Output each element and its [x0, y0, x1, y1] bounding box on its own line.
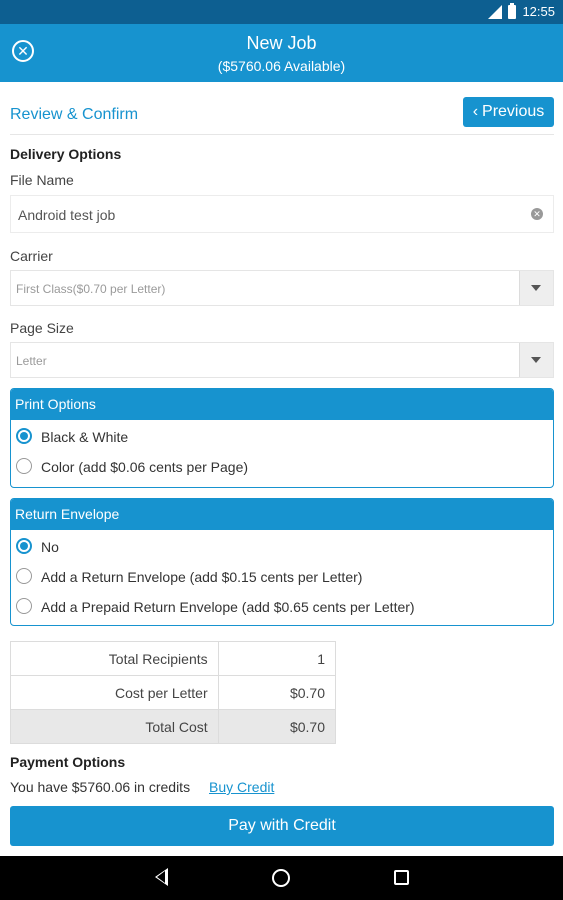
- navigation-bar: [0, 856, 563, 900]
- summary-label: Total Recipients: [10, 641, 219, 676]
- radio-selected[interactable]: [16, 538, 32, 554]
- summary-label: Cost per Letter: [10, 675, 219, 710]
- print-option-black-white[interactable]: Black & White: [11, 422, 553, 452]
- file-name-value: Android test job: [18, 207, 116, 223]
- page-size-select[interactable]: Letter: [10, 342, 554, 378]
- page-size-value: Letter: [16, 354, 47, 368]
- dropdown-arrow-icon[interactable]: [519, 343, 553, 377]
- return-option-label: Add a Return Envelope (add $0.15 cents p…: [41, 569, 363, 585]
- summary-value: 1: [217, 641, 337, 676]
- pay-with-credit-button[interactable]: Pay with Credit: [10, 806, 554, 846]
- buy-credit-link[interactable]: Buy Credit: [209, 779, 274, 795]
- return-option-envelope[interactable]: Add a Return Envelope (add $0.15 cents p…: [11, 562, 553, 592]
- page-size-label: Page Size: [10, 320, 74, 336]
- recents-icon[interactable]: [394, 870, 409, 885]
- carrier-label: Carrier: [10, 248, 53, 264]
- radio-unselected[interactable]: [16, 458, 32, 474]
- print-option-label: Color (add $0.06 cents per Page): [41, 459, 249, 475]
- summary-label: Total Cost: [10, 709, 219, 744]
- table-row: Cost per Letter $0.70: [10, 675, 337, 710]
- chevron-left-icon: ‹: [472, 103, 479, 120]
- print-option-color[interactable]: Color (add $0.06 cents per Page): [11, 452, 553, 482]
- radio-unselected[interactable]: [16, 598, 32, 614]
- battery-icon: [508, 2, 517, 19]
- payment-options-heading: Payment Options: [10, 754, 126, 770]
- previous-button-label: Previous: [482, 103, 545, 120]
- available-balance: ($5760.06 Available): [217, 58, 346, 74]
- carrier-select[interactable]: First Class($0.70 per Letter): [10, 270, 554, 306]
- summary-value: $0.70: [217, 709, 337, 744]
- radio-selected[interactable]: [16, 428, 32, 444]
- return-option-no[interactable]: No: [11, 532, 553, 562]
- radio-unselected[interactable]: [16, 568, 32, 584]
- print-options-panel: Print Options Black & White Color (add $…: [10, 388, 554, 488]
- return-option-label: No: [41, 539, 59, 555]
- clear-icon[interactable]: ✕: [531, 208, 543, 220]
- previous-button[interactable]: ‹ Previous: [463, 97, 554, 127]
- print-options-heading: Print Options: [11, 389, 553, 420]
- return-option-prepaid[interactable]: Add a Prepaid Return Envelope (add $0.65…: [11, 592, 553, 622]
- return-envelope-heading: Return Envelope: [11, 499, 553, 530]
- file-name-input[interactable]: Android test job ✕: [10, 195, 554, 233]
- carrier-value: First Class($0.70 per Letter): [16, 282, 166, 296]
- return-option-label: Add a Prepaid Return Envelope (add $0.65…: [41, 599, 415, 615]
- signal-icon: [488, 4, 503, 19]
- summary-value: $0.70: [217, 675, 337, 710]
- file-name-label: File Name: [10, 172, 74, 188]
- credits-text: You have $5760.06 in credits: [10, 779, 191, 795]
- return-envelope-panel: Return Envelope No Add a Return Envelope…: [10, 498, 554, 626]
- dropdown-arrow-icon[interactable]: [519, 271, 553, 305]
- page-title: New Job: [246, 33, 317, 53]
- print-option-label: Black & White: [41, 429, 129, 445]
- status-time: 12:55: [522, 4, 555, 19]
- review-header: Review & Confirm ‹ Previous: [10, 97, 554, 135]
- table-row-total: Total Cost $0.70: [10, 709, 337, 744]
- back-icon[interactable]: [155, 868, 168, 886]
- review-confirm-title: Review & Confirm: [10, 106, 139, 123]
- status-bar: 12:55: [0, 0, 563, 24]
- cost-summary-table: Total Recipients 1 Cost per Letter $0.70…: [10, 641, 337, 744]
- app-bar: ✕ New Job ($5760.06 Available): [0, 24, 563, 82]
- table-row: Total Recipients 1: [10, 641, 337, 676]
- delivery-options-heading: Delivery Options: [10, 146, 122, 162]
- home-icon[interactable]: [272, 869, 290, 887]
